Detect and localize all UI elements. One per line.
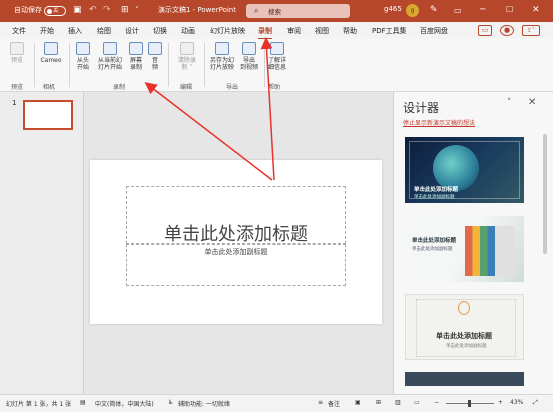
- arrow-to-record-tab: [260, 37, 275, 181]
- arrow-to-screen-recording: [144, 82, 273, 181]
- annotation-arrows: [144, 37, 275, 181]
